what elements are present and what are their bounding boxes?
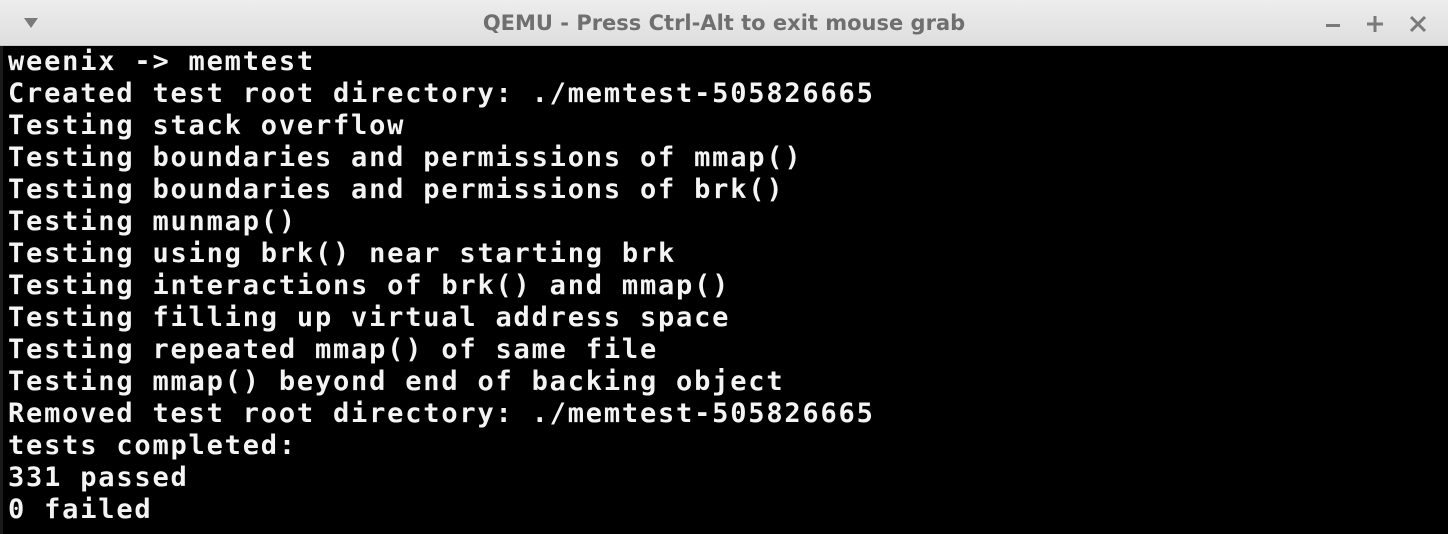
terminal-line: weenix -> memtest xyxy=(8,46,315,77)
terminal-line: Testing using brk() near starting brk xyxy=(8,238,677,269)
window-title: QEMU - Press Ctrl-Alt to exit mouse grab xyxy=(482,11,966,35)
terminal-line: Testing mmap() beyond end of backing obj… xyxy=(8,366,785,397)
terminal-line: Testing repeated mmap() of same file xyxy=(8,334,658,365)
terminal-screen[interactable]: weenix -> memtest Created test root dire… xyxy=(0,46,1448,534)
terminal-line: 0 failed xyxy=(8,494,153,525)
minimize-icon[interactable] xyxy=(1320,11,1346,37)
next-line-fragment xyxy=(8,526,168,534)
terminal-line: Created test root directory: ./memtest-5… xyxy=(8,78,875,109)
terminal-line: Testing stack overflow xyxy=(8,110,406,141)
title-bar[interactable]: QEMU - Press Ctrl-Alt to exit mouse grab xyxy=(0,0,1448,46)
terminal-line: Removed test root directory: ./memtest-5… xyxy=(8,398,875,429)
qemu-window: QEMU - Press Ctrl-Alt to exit mouse grab… xyxy=(0,0,1448,534)
terminal-line: Testing filling up virtual address space xyxy=(8,302,731,333)
close-icon[interactable] xyxy=(1405,11,1431,37)
maximize-icon[interactable] xyxy=(1362,11,1388,37)
terminal-line: 331 passed xyxy=(8,462,189,493)
terminal-line: Testing boundaries and permissions of br… xyxy=(8,174,785,205)
terminal-line: Testing boundaries and permissions of mm… xyxy=(8,142,803,173)
terminal-line: tests completed: xyxy=(8,430,297,461)
terminal-line: Testing munmap() xyxy=(8,206,297,237)
terminal-line: Testing interactions of brk() and mmap() xyxy=(8,270,731,301)
